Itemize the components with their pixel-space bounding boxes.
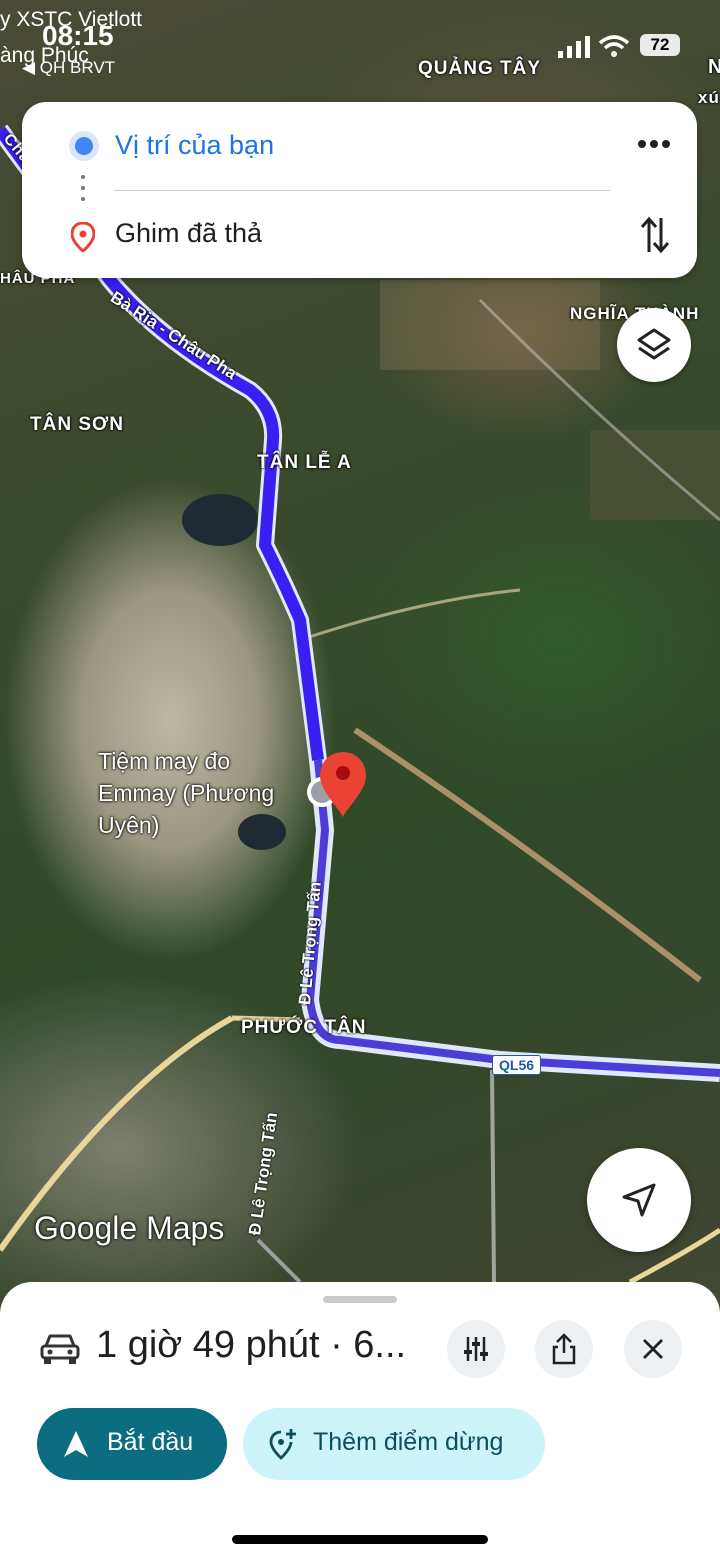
route-options-button[interactable] bbox=[447, 1320, 505, 1378]
navigation-icon bbox=[64, 1431, 88, 1457]
close-icon bbox=[643, 1339, 663, 1359]
field-area bbox=[380, 280, 600, 370]
battery-icon: 72 bbox=[640, 34, 680, 56]
start-label: Bắt đầu bbox=[107, 1428, 194, 1456]
origin-field[interactable]: Vị trí của bạn bbox=[0, 116, 720, 176]
status-bar: y XSTC Vietlott àng Phúc 08:15 ◀ QH BRVT… bbox=[0, 0, 720, 90]
more-icon[interactable] bbox=[637, 138, 671, 150]
car-icon bbox=[40, 1334, 80, 1364]
route-sheet: 1 giờ 49 phút · 6... Bắt đầu Thêm điểm d… bbox=[0, 1282, 720, 1559]
place-label-xu: xú bbox=[698, 88, 720, 107]
add-location-icon bbox=[269, 1429, 296, 1460]
wifi-icon bbox=[598, 35, 630, 57]
navigation-arrow-icon bbox=[622, 1183, 656, 1217]
pond bbox=[182, 494, 258, 546]
field-area bbox=[590, 430, 720, 520]
drag-handle[interactable] bbox=[323, 1296, 397, 1303]
start-button[interactable]: Bắt đầu bbox=[37, 1408, 227, 1480]
close-button[interactable] bbox=[624, 1320, 682, 1378]
destination-text: Ghim đã thả bbox=[115, 218, 263, 248]
place-label-tan-le-a: TÂN LỄ A bbox=[257, 452, 352, 473]
tune-icon bbox=[464, 1337, 488, 1361]
place-label-tan-son: TÂN SƠN bbox=[30, 414, 124, 435]
place-label-phuoc-tan: PHƯỚC TÂN bbox=[241, 1017, 367, 1038]
home-indicator[interactable] bbox=[232, 1535, 488, 1544]
google-maps-logo: Google Maps bbox=[34, 1210, 225, 1246]
back-to-app[interactable]: ◀ QH BRVT bbox=[22, 58, 115, 78]
clock: 08:15 bbox=[42, 20, 114, 51]
your-location-dot-icon bbox=[75, 137, 93, 155]
divider bbox=[114, 190, 610, 191]
poi-label[interactable]: Tiệm may đo Emmay (Phương Uyên) bbox=[98, 745, 308, 841]
add-stop-button[interactable]: Thêm điểm dừng bbox=[243, 1408, 545, 1480]
road-shield-ql56: QL56 bbox=[492, 1055, 542, 1075]
share-icon bbox=[552, 1333, 576, 1365]
swap-icon[interactable] bbox=[640, 216, 670, 254]
layers-icon bbox=[637, 328, 671, 360]
origin-text: Vị trí của bạn bbox=[115, 130, 275, 160]
share-button[interactable] bbox=[535, 1320, 593, 1378]
layers-button[interactable] bbox=[617, 308, 691, 382]
recenter-button[interactable] bbox=[587, 1148, 691, 1252]
route-summary: 1 giờ 49 phút · 6... bbox=[96, 1324, 407, 1366]
route-line bbox=[306, 759, 720, 1077]
location-pin-icon bbox=[71, 222, 95, 252]
signal-icon bbox=[558, 36, 590, 58]
destination-field[interactable]: Ghim đã thả bbox=[0, 204, 720, 264]
add-stop-label: Thêm điểm dừng bbox=[313, 1428, 504, 1456]
route-dots-icon bbox=[81, 175, 85, 201]
